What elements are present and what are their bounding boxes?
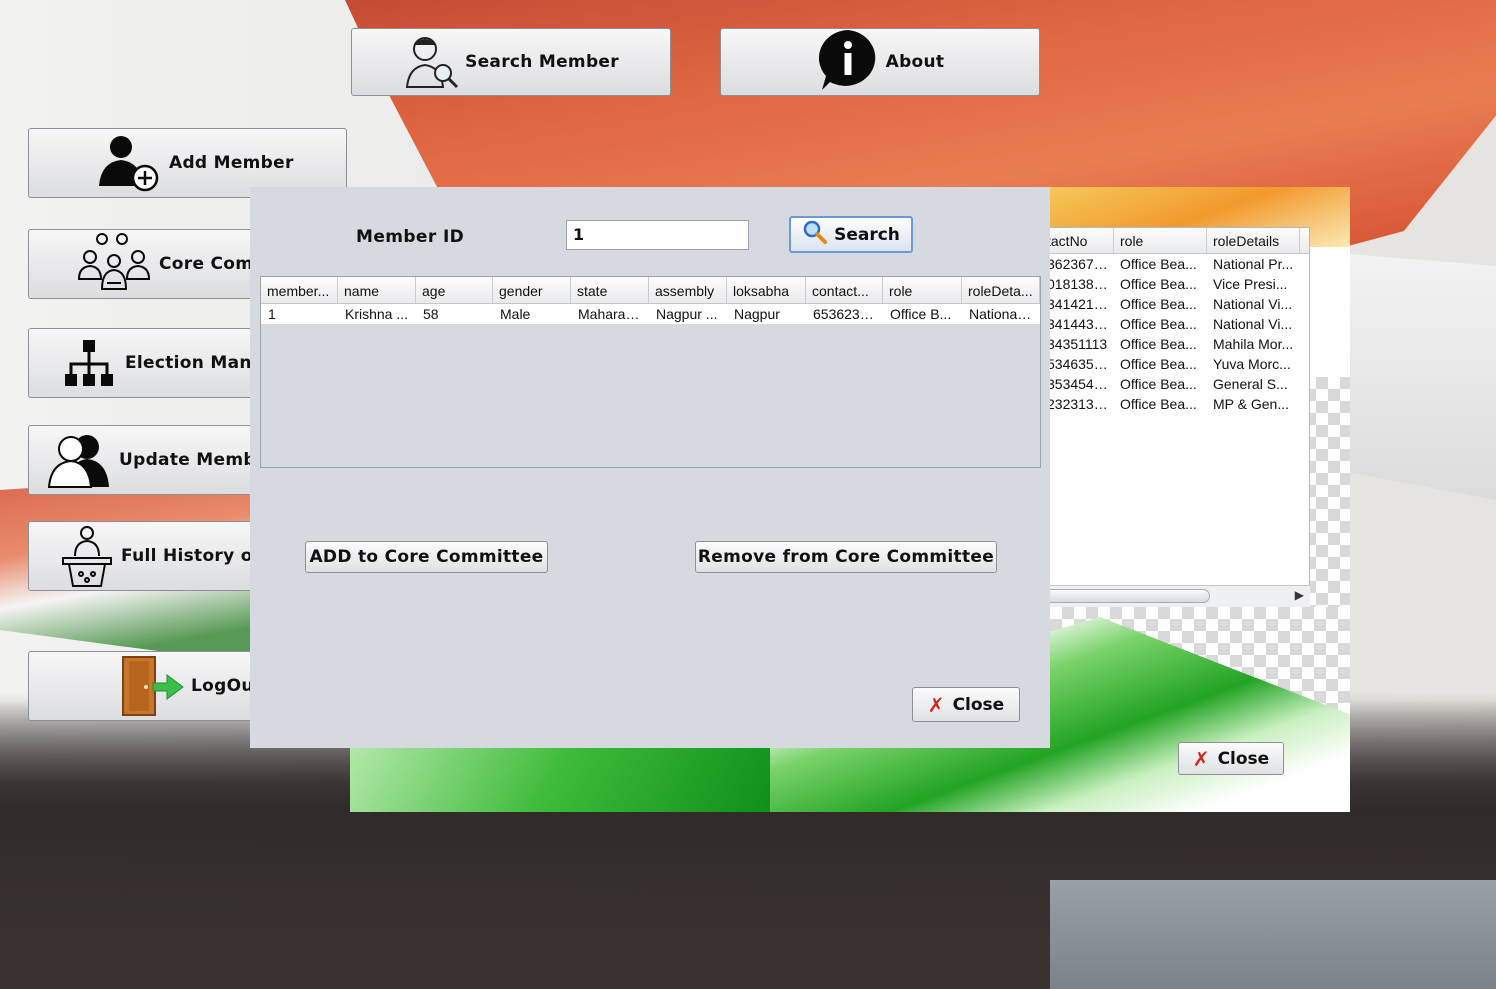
table-row[interactable]: 34142131 Office Bea... National Vi... [1041, 294, 1309, 314]
column-header[interactable]: member... [261, 277, 338, 303]
table-header: tactNo role roleDetails [1041, 228, 1309, 254]
table-row[interactable]: 34144330 Office Bea... National Vi... [1041, 314, 1309, 334]
column-header[interactable]: assembly [649, 277, 727, 303]
table-row[interactable]: 34351113 Office Bea... Mahila Mor... [1041, 334, 1309, 354]
table-cell: 58 [423, 306, 439, 322]
table-cell: Office Bea... [1120, 296, 1197, 312]
table-cell: MP & Gen... [1213, 396, 1289, 412]
table-cell: Maharas... [578, 306, 645, 322]
member-table[interactable]: member... name age gender state assembly loksa… [260, 276, 1041, 468]
column-header[interactable]: gender [493, 277, 571, 303]
search-member-label: Search Member [465, 52, 619, 72]
column-header[interactable]: role [883, 277, 962, 303]
table-cell: 34351113 [1047, 336, 1108, 352]
close-icon: ✗ [1192, 746, 1210, 771]
add-user-icon [97, 132, 163, 194]
about-label: About [885, 52, 945, 72]
close-label: Close [1217, 748, 1270, 769]
member-id-input[interactable]: 1 [566, 220, 749, 250]
sidebar-item-label: Add Member [169, 153, 294, 173]
table-cell: National Pr... [1213, 256, 1294, 272]
scroll-right-icon[interactable]: ▶ [1295, 588, 1304, 602]
table-cell: National Vi... [1213, 296, 1293, 312]
remove-from-core-committee-button[interactable]: Remove from Core Committee [695, 541, 997, 573]
magnifier-icon [802, 219, 828, 250]
speaker-podium-icon [59, 524, 115, 588]
add-to-core-committee-button[interactable]: ADD to Core Committee [305, 541, 548, 573]
core-committee-dialog: Member ID 1 Search member... name age gende… [250, 187, 1050, 748]
background-horizon [1050, 880, 1496, 989]
column-header[interactable]: name [338, 277, 416, 303]
table-cell: 34142131 [1047, 296, 1110, 312]
table-cell: General S... [1213, 376, 1288, 392]
table-cell: Nagpur ... [656, 306, 718, 322]
table-row[interactable]: 35345429 Office Bea... General S... [1041, 374, 1309, 394]
column-header[interactable]: age [416, 277, 493, 303]
close-button[interactable]: ✗ Close [912, 687, 1020, 722]
close-label: Close [952, 694, 1005, 715]
table-cell: Vice Presi... [1213, 276, 1288, 292]
table-cell: 35345429 [1047, 376, 1110, 392]
table-row[interactable]: 36236732 Office Bea... National Pr... [1041, 254, 1309, 274]
column-header[interactable]: state [571, 277, 649, 303]
search-label: Search [834, 224, 900, 245]
table-cell: Krishna ... [345, 306, 409, 322]
add-label: ADD to Core Committee [309, 547, 544, 567]
group-icon [75, 231, 153, 297]
column-header[interactable]: roleDeta... [962, 277, 1040, 303]
table-row[interactable]: 23231319 Office Bea... MP & Gen... [1041, 394, 1309, 414]
table-cell: Office B... [890, 306, 952, 322]
table-row[interactable]: 53463563 Office Bea... Yuva Morc... [1041, 354, 1309, 374]
column-header[interactable]: loksabha [727, 277, 806, 303]
table-body: 36236732 Office Bea... National Pr... 01813… [1041, 254, 1309, 414]
horizontal-scrollbar[interactable]: ▶ [1040, 585, 1310, 607]
table-row[interactable]: 01813838 Office Bea... Vice Presi... [1041, 274, 1309, 294]
scrollbar-thumb[interactable] [1040, 589, 1210, 603]
table-cell: 36236732 [1047, 256, 1110, 272]
org-chart-icon [63, 338, 119, 388]
users-icon [47, 431, 113, 489]
table-row[interactable]: 1 Krishna ... 58 Male Maharas... Nagpur ... Na… [261, 304, 1040, 324]
table-cell: Yuva Morc... [1213, 356, 1291, 372]
table-cell: 34144330 [1047, 316, 1110, 332]
table-cell: Office Bea... [1120, 356, 1197, 372]
column-header[interactable]: tactNo [1041, 228, 1114, 253]
table-cell: Office Bea... [1120, 376, 1197, 392]
about-button[interactable]: About [720, 28, 1040, 96]
table-cell: Mahila Mor... [1213, 336, 1294, 352]
search-user-icon [403, 29, 459, 96]
table-cell: Office Bea... [1120, 316, 1197, 332]
table-cell: 23231319 [1047, 396, 1110, 412]
member-id-label: Member ID [356, 227, 465, 247]
table-body: 1 Krishna ... 58 Male Maharas... Nagpur ... Na… [261, 304, 1040, 324]
table-cell: National Vi... [1213, 316, 1293, 332]
info-icon [816, 28, 880, 97]
table-cell: Male [500, 306, 531, 322]
close-button[interactable]: ✗ Close [1178, 742, 1284, 775]
table-cell: 1 [268, 306, 276, 322]
close-icon: ✗ [927, 692, 945, 717]
search-member-button[interactable]: Search Member [351, 28, 671, 96]
table-cell: 53463563 [1047, 356, 1110, 372]
core-committee-table[interactable]: tactNo role roleDetails 36236732 Office B… [1040, 227, 1310, 607]
table-cell: Office Bea... [1120, 336, 1197, 352]
table-cell: Nagpur [734, 306, 780, 322]
table-cell: Office Bea... [1120, 256, 1197, 272]
sidebar-item-label: Full History of [121, 546, 261, 566]
door-exit-icon [119, 655, 185, 717]
column-header[interactable]: role [1114, 228, 1207, 253]
table-cell: Office Bea... [1120, 276, 1197, 292]
table-cell: Office Bea... [1120, 396, 1197, 412]
search-button[interactable]: Search [789, 216, 913, 253]
column-header[interactable]: contact... [806, 277, 883, 303]
table-cell: 01813838 [1047, 276, 1110, 292]
table-header: member... name age gender state assembly loksa… [261, 277, 1040, 304]
table-cell: 6536236... [813, 306, 880, 322]
remove-label: Remove from Core Committee [697, 547, 995, 567]
column-header[interactable]: roleDetails [1207, 228, 1300, 253]
table-cell: National ... [969, 306, 1036, 322]
